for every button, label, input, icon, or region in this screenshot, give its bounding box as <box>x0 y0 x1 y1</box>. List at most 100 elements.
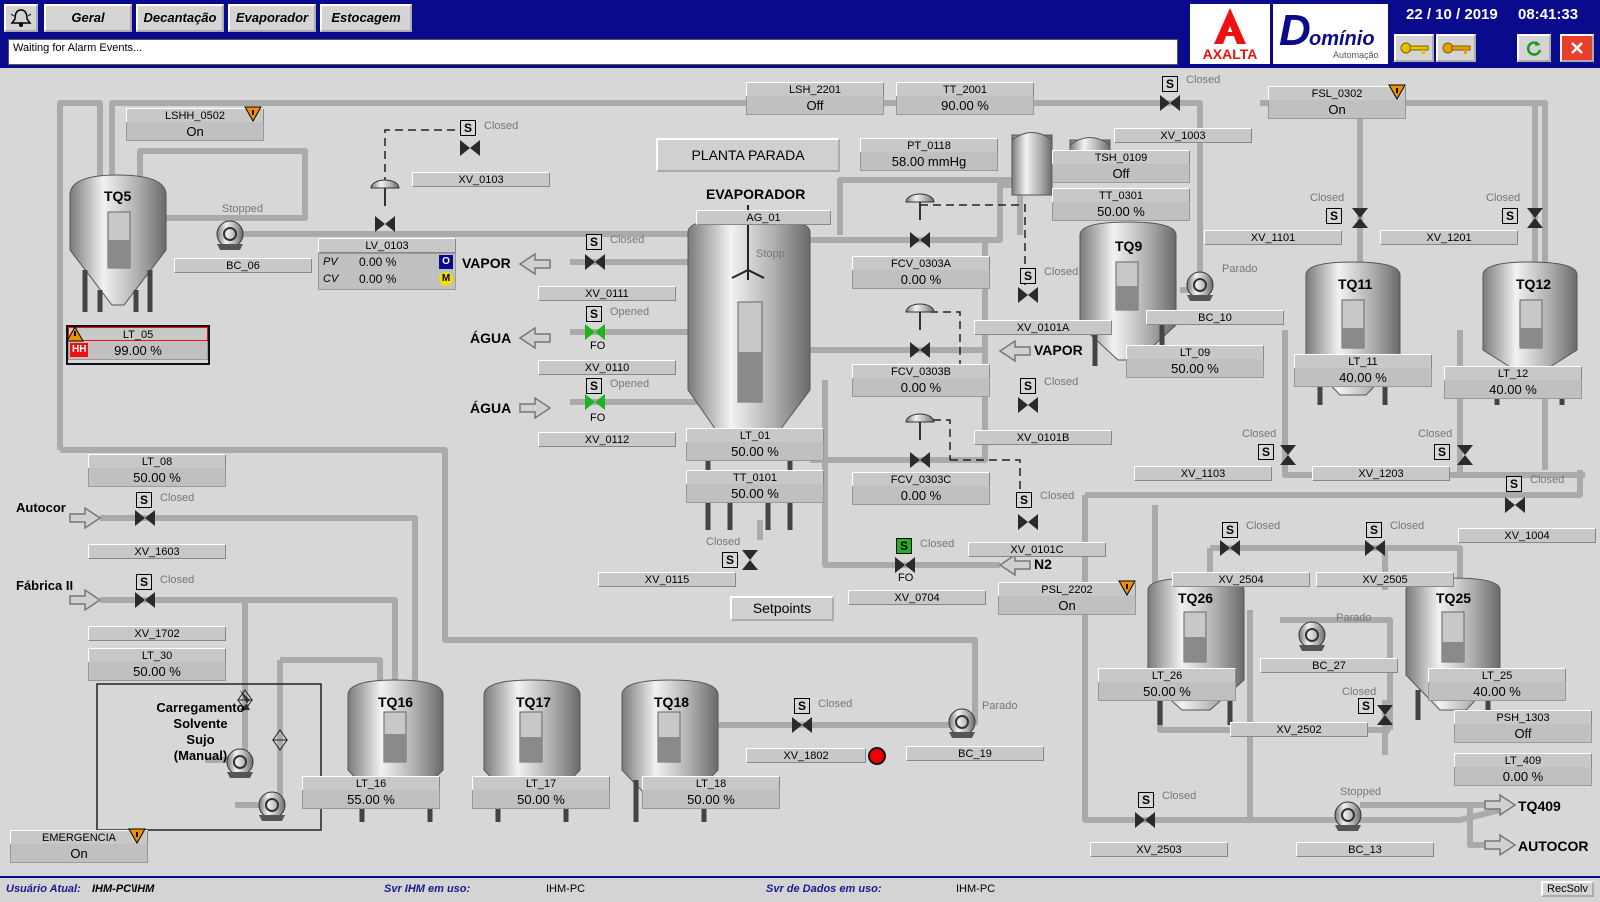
ag01-label[interactable]: AG_01 <box>696 210 831 225</box>
solenoid-xv1203[interactable]: S <box>1434 444 1450 460</box>
tag-lsh2201[interactable]: LSH_2201 Off <box>746 82 884 118</box>
valve-label-xv0115[interactable]: XV_0115 <box>598 572 736 587</box>
solenoid-xv0110[interactable]: S <box>586 306 602 322</box>
valve-label-xv0704[interactable]: XV_0704 <box>848 590 986 605</box>
tag-lt18[interactable]: LT_18 50.00 % <box>642 776 780 812</box>
solenoid-xv0103[interactable]: S <box>460 120 476 136</box>
tag-lt09[interactable]: LT_09 50.00 % <box>1126 345 1264 381</box>
solenoid-xv1802[interactable]: S <box>794 698 810 714</box>
tag-psl2202[interactable]: PSL_2202 On <box>998 582 1136 618</box>
valve-label-xv0112[interactable]: XV_0112 <box>538 432 676 447</box>
valve-label-xv1203[interactable]: XV_1203 <box>1312 466 1450 481</box>
alarm-bell-button[interactable] <box>4 4 38 32</box>
tag-lt30[interactable]: LT_30 50.00 % <box>88 648 226 684</box>
solenoid-xv0111[interactable]: S <box>586 234 602 250</box>
solenoid-xv0115[interactable]: S <box>722 552 738 568</box>
tag-lt11[interactable]: LT_11 40.00 % <box>1294 354 1432 390</box>
valve-label-xv2502[interactable]: XV_2502 <box>1230 722 1368 737</box>
solenoid-xv0101c[interactable]: S <box>1016 492 1032 508</box>
solenoid-xv0101b[interactable]: S <box>1020 378 1036 394</box>
valve-fcv0303a[interactable] <box>910 232 930 248</box>
pump-label-bc19[interactable]: BC_19 <box>906 746 1044 761</box>
valve-label-xv0103[interactable]: XV_0103 <box>412 172 550 187</box>
tab-evaporador[interactable]: Evaporador <box>228 4 316 32</box>
valve-label-xv1103[interactable]: XV_1103 <box>1134 466 1272 481</box>
setpoints-button[interactable]: Setpoints <box>730 596 834 621</box>
tag-lt01[interactable]: LT_01 50.00 % <box>686 428 824 464</box>
refresh-button[interactable] <box>1517 34 1551 62</box>
solenoid-xv2504[interactable]: S <box>1222 522 1238 538</box>
solenoid-xv2503[interactable]: S <box>1138 792 1154 808</box>
mode-m-badge[interactable]: M <box>439 272 453 286</box>
tag-fcv0303a[interactable]: FCV_0303A 0.00 % <box>852 256 990 292</box>
solenoid-xv2502[interactable]: S <box>1358 698 1374 714</box>
valve-label-xv1201[interactable]: XV_1201 <box>1380 230 1518 245</box>
tag-fcv0303c[interactable]: FCV_0303C 0.00 % <box>852 472 990 508</box>
valve-xv1004[interactable] <box>1505 497 1525 513</box>
valve-xv0110[interactable] <box>585 324 605 340</box>
solenoid-xv0101a[interactable]: S <box>1020 268 1036 284</box>
valve-label-xv1003[interactable]: XV_1003 <box>1114 128 1252 143</box>
pump-bc10[interactable] <box>1186 271 1214 302</box>
valve-xv1003[interactable] <box>1160 95 1180 111</box>
valve-label-xv0111[interactable]: XV_0111 <box>538 286 676 301</box>
solenoid-xv1201[interactable]: S <box>1502 208 1518 224</box>
valve-fcv0303b[interactable] <box>910 342 930 358</box>
solenoid-xv1003[interactable]: S <box>1162 76 1178 92</box>
valve-xv2503[interactable] <box>1135 812 1155 828</box>
solenoid-xv1103[interactable]: S <box>1258 444 1274 460</box>
solenoid-xv0112[interactable]: S <box>586 378 602 394</box>
pump-label-bc06[interactable]: BC_06 <box>174 258 312 273</box>
tag-lt26[interactable]: LT_26 50.00 % <box>1098 668 1236 704</box>
pump-bc06[interactable] <box>216 220 244 251</box>
valve-label-xv2505[interactable]: XV_2505 <box>1316 572 1454 587</box>
tag-tsh0109[interactable]: TSH_0109 Off <box>1052 150 1190 186</box>
valve-label-xv1702[interactable]: XV_1702 <box>88 626 226 641</box>
mode-o-badge[interactable]: O <box>439 255 453 269</box>
lv0103-controller[interactable]: LV_0103 PV 0.00 % CV 0.00 % O M <box>318 238 456 290</box>
tag-tt2001[interactable]: TT_2001 90.00 % <box>896 82 1034 118</box>
valve-xv0115[interactable] <box>742 550 758 570</box>
valve-label-xv0110[interactable]: XV_0110 <box>538 360 676 375</box>
solenoid-xv1004[interactable]: S <box>1506 476 1522 492</box>
alarm-events-field[interactable]: Waiting for Alarm Events... <box>8 39 1178 65</box>
valve-xv1201[interactable] <box>1527 208 1543 228</box>
tag-lt05[interactable]: LT_05 HH 99.00 % <box>66 325 210 365</box>
valve-label-xv1603[interactable]: XV_1603 <box>88 544 226 559</box>
tag-lt409[interactable]: LT_409 0.00 % <box>1454 753 1592 789</box>
tab-geral[interactable]: Geral <box>44 4 132 32</box>
tag-lt16[interactable]: LT_16 55.00 % <box>302 776 440 812</box>
valve-label-xv0101c[interactable]: XV_0101C <box>968 542 1106 557</box>
tab-estocagem[interactable]: Estocagem <box>320 4 412 32</box>
valve-xv0704[interactable] <box>895 557 915 573</box>
pump-bc27[interactable] <box>1298 621 1326 652</box>
pump-manual-2[interactable] <box>258 791 286 822</box>
valve-xv2504[interactable] <box>1220 540 1240 556</box>
pump-label-bc27[interactable]: BC_27 <box>1260 658 1398 673</box>
valve-xv0103[interactable] <box>460 140 480 156</box>
key-logout-button[interactable] <box>1436 34 1476 62</box>
valve-xv1603[interactable] <box>135 510 155 526</box>
valve-xv0101b[interactable] <box>1018 397 1038 413</box>
pump-label-bc10[interactable]: BC_10 <box>1146 310 1284 325</box>
valve-label-xv0101b[interactable]: XV_0101B <box>974 430 1112 445</box>
valve-xv0101a[interactable] <box>1018 287 1038 303</box>
tag-tt0301[interactable]: TT_0301 50.00 % <box>1052 188 1190 224</box>
solenoid-xv1101[interactable]: S <box>1326 208 1342 224</box>
solenoid-xv0704[interactable]: S <box>896 538 912 554</box>
valve-fcv0303c[interactable] <box>910 452 930 468</box>
valve-xv1101[interactable] <box>1352 208 1368 228</box>
tab-decantacao[interactable]: Decantação <box>136 4 224 32</box>
tag-psh1303[interactable]: PSH_1303 Off <box>1454 710 1592 746</box>
valve-label-xv2503[interactable]: XV_2503 <box>1090 842 1228 857</box>
valve-label-xv1101[interactable]: XV_1101 <box>1204 230 1342 245</box>
valve-label-xv2504[interactable]: XV_2504 <box>1172 572 1310 587</box>
valve-label-xv1004[interactable]: XV_1004 <box>1458 528 1596 543</box>
pump-label-bc13[interactable]: BC_13 <box>1296 842 1434 857</box>
tag-fcv0303b[interactable]: FCV_0303B 0.00 % <box>852 364 990 400</box>
valve-label-xv1802[interactable]: XV_1802 <box>746 748 866 763</box>
valve-xv0111[interactable] <box>585 254 605 270</box>
tag-lt12[interactable]: LT_12 40.00 % <box>1444 366 1582 402</box>
valve-xv1802[interactable] <box>792 717 812 733</box>
valve-xv0101c[interactable] <box>1018 514 1038 530</box>
